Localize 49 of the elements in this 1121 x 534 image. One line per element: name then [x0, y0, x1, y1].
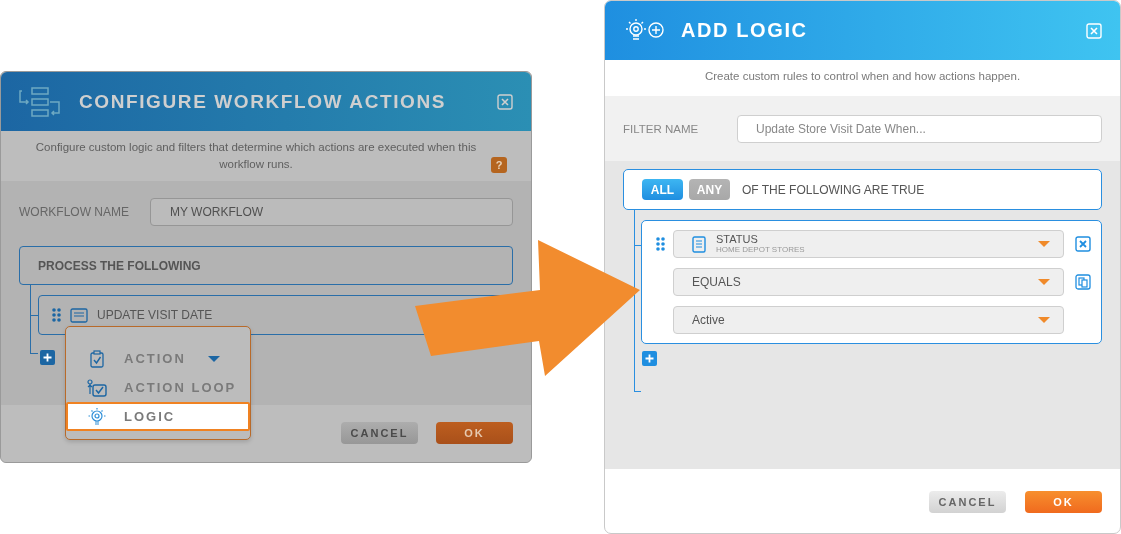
caret-icon: [1038, 317, 1050, 323]
plus-icon: [40, 350, 55, 365]
field-name: STATUS: [716, 233, 759, 245]
ok-button[interactable]: OK: [436, 422, 513, 444]
workflow-name-field[interactable]: MY WORKFLOW: [150, 198, 513, 226]
lightbulb-icon: [87, 406, 107, 427]
ok-button[interactable]: OK: [1025, 491, 1102, 513]
dialog-title: CONFIGURE WORKFLOW ACTIONS: [79, 90, 447, 113]
match-toggle[interactable]: ANY: [689, 179, 730, 200]
group-title: OF THE FOLLOWING ARE TRUE: [742, 182, 925, 197]
cancel-button[interactable]: CANCEL: [341, 422, 418, 444]
menu-item[interactable]: LOGIC: [66, 402, 250, 431]
caret-icon: [1038, 279, 1050, 285]
clipboard-check-icon: [90, 349, 104, 368]
field-dropdown[interactable]: STATUS HOME DEPOT STORES: [673, 230, 1064, 258]
close-icon[interactable]: [1074, 236, 1091, 252]
document-icon: [70, 307, 88, 323]
close-icon[interactable]: [497, 93, 513, 110]
description-text: Create custom rules to control when and how actions happen.: [703, 69, 1022, 84]
menu-item-label: ACTION: [124, 351, 186, 366]
dropdown-value: Active: [692, 313, 725, 327]
match-toggle[interactable]: ALL: [642, 179, 683, 200]
step-label: UPDATE VISIT DATE: [97, 308, 213, 322]
field-source: HOME DEPOT STORES: [716, 245, 805, 255]
add-button[interactable]: [40, 350, 55, 365]
filter-name-field[interactable]: Update Store Visit Date When...: [737, 114, 1102, 143]
add-button[interactable]: [642, 351, 657, 366]
cancel-button[interactable]: CANCEL: [929, 491, 1006, 513]
drag-handle-icon[interactable]: [52, 308, 61, 322]
workflow-icon: [19, 86, 61, 117]
description-text: Configure custom logic and filters that determine which actions are executed when this workflow runs.: [34, 140, 478, 172]
menu-item-label: LOGIC: [124, 409, 176, 424]
group-title: PROCESS THE FOLLOWING: [38, 258, 201, 273]
dialog-title: ADD LOGIC: [681, 19, 808, 42]
plus-icon: [642, 351, 657, 366]
dropdown-value: EQUALS: [692, 275, 741, 289]
menu-item-label: ACTION LOOP: [124, 380, 237, 395]
help-badge[interactable]: ?: [491, 157, 507, 173]
field-label: WORKFLOW NAME: [19, 205, 130, 219]
document-icon: [692, 235, 706, 253]
operator-dropdown[interactable]: EQUALS: [673, 268, 1064, 296]
checkbox-loop-icon: [87, 378, 107, 397]
copy-icon[interactable]: [1074, 274, 1091, 290]
drag-handle-icon[interactable]: [656, 237, 665, 251]
menu-item[interactable]: ACTION LOOP: [66, 373, 250, 402]
caret-icon: [1038, 241, 1050, 247]
field-label: FILTER NAME: [623, 122, 700, 135]
value-dropdown[interactable]: Active: [673, 306, 1064, 334]
menu-item[interactable]: ACTION: [66, 344, 250, 373]
